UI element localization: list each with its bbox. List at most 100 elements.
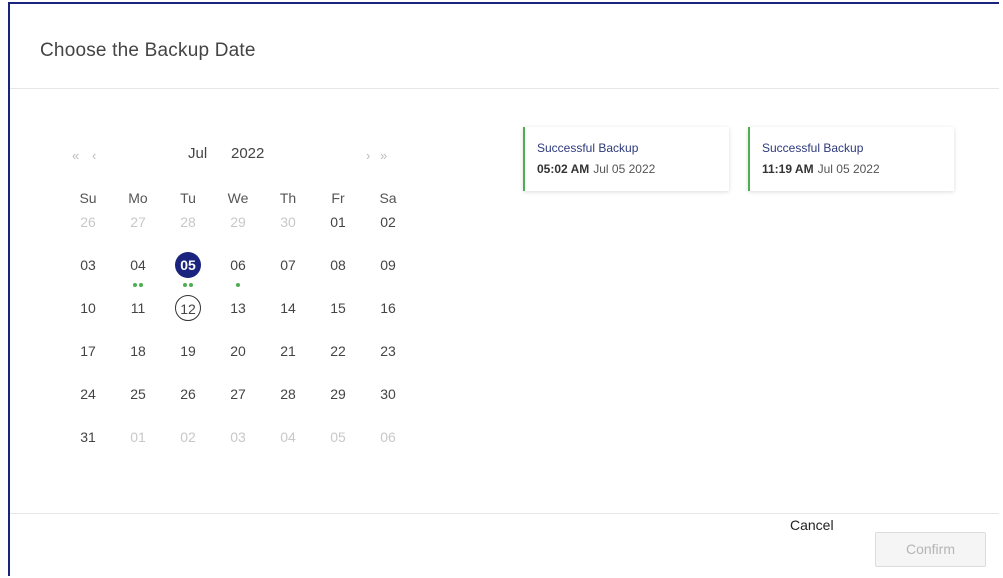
calendar-day[interactable]: 29 — [313, 384, 363, 427]
backup-dot — [183, 283, 187, 287]
calendar-day[interactable]: 21 — [263, 341, 313, 384]
cancel-button[interactable]: Cancel — [790, 517, 834, 533]
backup-dot — [133, 283, 137, 287]
day-number: 06 — [230, 257, 246, 273]
calendar-day[interactable]: 26 — [63, 212, 113, 255]
backup-card[interactable]: Successful Backup 11:19 AM Jul 05 2022 — [748, 127, 954, 191]
calendar-day[interactable]: 28 — [163, 212, 213, 255]
day-number: 14 — [280, 300, 296, 316]
calendar-week-row: 26 27 28 29 30 01 02 — [63, 212, 413, 255]
backup-time: 05:02 AM — [537, 162, 590, 176]
day-number: 02 — [380, 214, 396, 230]
backup-indicator — [113, 281, 163, 287]
day-number: 22 — [330, 343, 346, 359]
day-number: 07 — [280, 257, 296, 273]
next-month-icon[interactable]: › — [366, 148, 370, 163]
calendar-day[interactable]: 07 — [263, 255, 313, 298]
day-number: 08 — [330, 257, 346, 273]
dialog-title: Choose the Backup Date — [40, 40, 256, 61]
calendar-day[interactable]: 01 — [113, 427, 163, 470]
day-number: 29 — [330, 386, 346, 402]
backup-date: Jul 05 2022 — [817, 162, 880, 176]
calendar-day[interactable]: 02 — [363, 212, 413, 255]
day-number: 20 — [230, 343, 246, 359]
calendar-day[interactable]: 17 — [63, 341, 113, 384]
day-number: 19 — [180, 343, 196, 359]
day-number: 06 — [380, 429, 396, 445]
day-number: 09 — [380, 257, 396, 273]
day-number: 15 — [330, 300, 346, 316]
calendar-day[interactable]: 23 — [363, 341, 413, 384]
calendar-days: 26 27 28 29 30 01 02 03 04 05 06 07 08 09 10 11 12 13 14 15… — [63, 212, 413, 470]
calendar-day[interactable]: 28 — [263, 384, 313, 427]
day-number: 04 — [130, 257, 146, 273]
calendar-day[interactable]: 03 — [63, 255, 113, 298]
calendar-day[interactable]: 13 — [213, 298, 263, 341]
calendar-week-row: 10 11 12 13 14 15 16 — [63, 295, 413, 341]
calendar-day[interactable]: 04 — [113, 255, 163, 298]
calendar-week-row: 31 01 02 03 04 05 06 — [63, 427, 413, 470]
calendar-day[interactable]: 22 — [313, 341, 363, 384]
today-day[interactable]: 12 — [163, 295, 213, 341]
calendar-day[interactable]: 26 — [163, 384, 213, 427]
backup-card[interactable]: Successful Backup 05:02 AM Jul 05 2022 — [523, 127, 729, 191]
day-number: 30 — [280, 214, 296, 230]
day-number: 03 — [80, 257, 96, 273]
calendar-week-row: 17 18 19 20 21 22 23 — [63, 341, 413, 384]
calendar-day[interactable]: 01 — [313, 212, 363, 255]
day-number: 10 — [80, 300, 96, 316]
calendar-day[interactable]: 24 — [63, 384, 113, 427]
calendar-day[interactable]: 19 — [163, 341, 213, 384]
calendar-day[interactable]: 29 — [213, 212, 263, 255]
calendar-day[interactable]: 16 — [363, 298, 413, 341]
calendar-day[interactable]: 27 — [213, 384, 263, 427]
day-number: 25 — [130, 386, 146, 402]
calendar-day[interactable]: 03 — [213, 427, 263, 470]
calendar-day[interactable]: 11 — [113, 298, 163, 341]
day-number: 26 — [180, 386, 196, 402]
calendar-day[interactable]: 30 — [263, 212, 313, 255]
backup-dot — [236, 283, 240, 287]
day-number: 12 — [175, 295, 201, 321]
calendar-day[interactable]: 05 — [313, 427, 363, 470]
calendar-day[interactable]: 30 — [363, 384, 413, 427]
day-number: 28 — [280, 386, 296, 402]
calendar-day[interactable]: 18 — [113, 341, 163, 384]
day-number: 30 — [380, 386, 396, 402]
calendar-day[interactable]: 02 — [163, 427, 213, 470]
day-number: 28 — [180, 214, 196, 230]
calendar-day[interactable]: 09 — [363, 255, 413, 298]
calendar-day[interactable]: 20 — [213, 341, 263, 384]
day-number: 27 — [130, 214, 146, 230]
calendar-day[interactable]: 06 — [213, 255, 263, 298]
day-number: 13 — [230, 300, 246, 316]
calendar-day[interactable]: 14 — [263, 298, 313, 341]
prev-month-icon[interactable]: ‹ — [92, 148, 96, 163]
day-number: 24 — [80, 386, 96, 402]
calendar-day[interactable]: 06 — [363, 427, 413, 470]
calendar-day[interactable]: 25 — [113, 384, 163, 427]
backup-dot — [139, 283, 143, 287]
calendar-day[interactable]: 15 — [313, 298, 363, 341]
backup-date-dialog: Choose the Backup Date « ‹ Jul 2022 › » … — [8, 2, 999, 576]
calendar-day[interactable]: 27 — [113, 212, 163, 255]
day-number: 27 — [230, 386, 246, 402]
selected-day[interactable]: 05 — [163, 252, 213, 298]
day-number: 23 — [380, 343, 396, 359]
prev-year-icon[interactable]: « — [72, 148, 79, 163]
year-select[interactable]: 2022 — [231, 145, 264, 162]
day-number: 04 — [280, 429, 296, 445]
confirm-button[interactable]: Confirm — [875, 532, 986, 567]
backup-indicator — [213, 281, 263, 287]
day-number: 29 — [230, 214, 246, 230]
calendar-day[interactable]: 31 — [63, 427, 113, 470]
next-year-icon[interactable]: » — [380, 148, 387, 163]
calendar-day[interactable]: 04 — [263, 427, 313, 470]
backup-dot — [189, 283, 193, 287]
backup-meta: 11:19 AM Jul 05 2022 — [762, 162, 954, 176]
day-number: 11 — [130, 300, 146, 316]
calendar-day[interactable]: 08 — [313, 255, 363, 298]
calendar-day[interactable]: 10 — [63, 298, 113, 341]
day-number: 01 — [330, 214, 346, 230]
month-select[interactable]: Jul — [188, 145, 207, 162]
